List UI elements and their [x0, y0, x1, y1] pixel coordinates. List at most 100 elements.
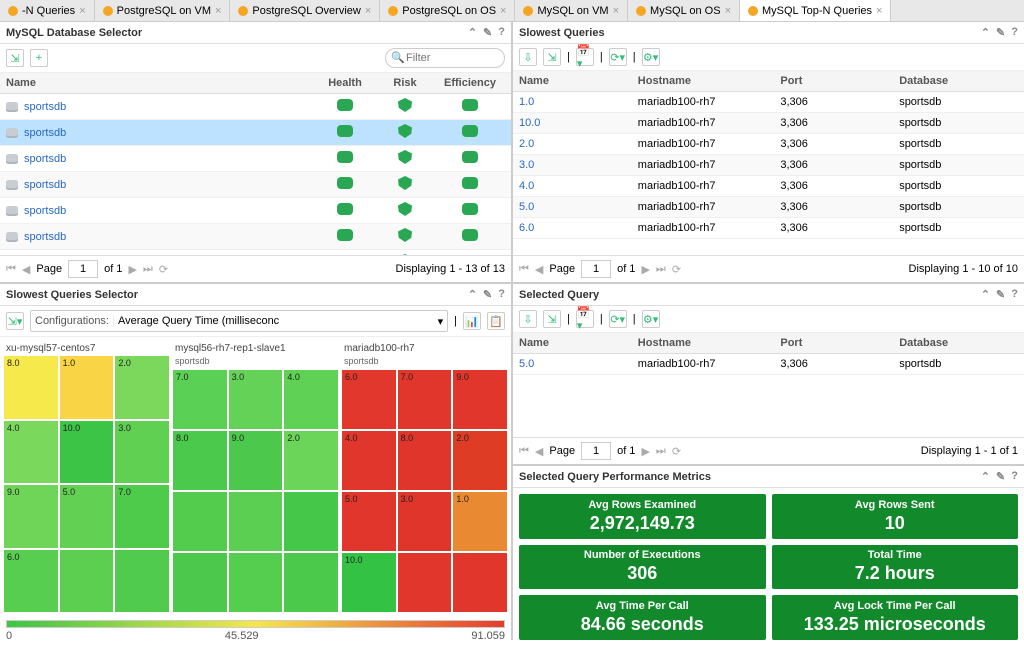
- refresh-icon[interactable]: ⟳: [159, 263, 168, 276]
- table-row[interactable]: 4.0mariadb100-rh73,306sportsdb: [513, 176, 1024, 197]
- treemap-cell[interactable]: 9.0: [4, 485, 58, 548]
- table-row[interactable]: sportsdb: [0, 198, 511, 224]
- table-row[interactable]: 3.0mariadb100-rh73,306sportsdb: [513, 155, 1024, 176]
- treemap-cell[interactable]: 3.0: [115, 421, 169, 484]
- page-input[interactable]: [581, 260, 611, 278]
- pin-icon[interactable]: ✎: [483, 26, 492, 39]
- pin-icon[interactable]: ✎: [996, 288, 1005, 301]
- treemap-cell[interactable]: 9.0: [229, 431, 283, 490]
- table-row[interactable]: 2.0mariadb100-rh73,306sportsdb: [513, 134, 1024, 155]
- next-page-icon[interactable]: ▶: [641, 263, 649, 276]
- treemap-cell[interactable]: 1.0: [60, 356, 114, 419]
- table-row[interactable]: 5.0mariadb100-rh73,306sportsdb: [513, 197, 1024, 218]
- close-icon[interactable]: ×: [365, 5, 371, 17]
- next-page-icon[interactable]: ▶: [128, 263, 136, 276]
- table-row[interactable]: sportsdb: [0, 172, 511, 198]
- refresh-icon[interactable]: ⟳: [672, 263, 681, 276]
- collapse-icon[interactable]: ⌃: [981, 288, 990, 301]
- close-icon[interactable]: ×: [876, 5, 882, 17]
- treemap-cell[interactable]: [284, 553, 338, 612]
- close-icon[interactable]: ×: [725, 5, 731, 17]
- treemap-cell[interactable]: 7.0: [398, 370, 452, 429]
- table-row[interactable]: sportsdb: [0, 120, 511, 146]
- refresh-dropdown-icon[interactable]: ⟳▾: [609, 48, 627, 66]
- pin-icon[interactable]: ✎: [996, 26, 1005, 39]
- table-row[interactable]: sportsdb: [0, 146, 511, 172]
- treemap-cell[interactable]: 7.0: [173, 370, 227, 429]
- treemap-cell[interactable]: [229, 553, 283, 612]
- settings-dropdown-icon[interactable]: ⚙▾: [642, 48, 660, 66]
- first-page-icon[interactable]: ⏮: [519, 445, 529, 458]
- treemap-cell[interactable]: [115, 550, 169, 613]
- export-icon[interactable]: ⇩: [519, 310, 537, 328]
- export-icon[interactable]: ⇩: [519, 48, 537, 66]
- treemap-cell[interactable]: 2.0: [453, 431, 507, 490]
- export-all-icon[interactable]: ⇲: [543, 48, 561, 66]
- last-page-icon[interactable]: ⏭: [656, 445, 666, 458]
- help-icon[interactable]: ?: [1011, 26, 1018, 39]
- treemap-cell[interactable]: 8.0: [398, 431, 452, 490]
- last-page-icon[interactable]: ⏭: [143, 263, 153, 276]
- treemap-cell[interactable]: 5.0: [60, 485, 114, 548]
- table-row[interactable]: sportsdb: [0, 224, 511, 250]
- first-page-icon[interactable]: ⏮: [6, 263, 16, 276]
- treemap-cell[interactable]: 8.0: [4, 356, 58, 419]
- treemap-cell[interactable]: 2.0: [115, 356, 169, 419]
- date-picker-icon[interactable]: 📅▾: [576, 310, 594, 328]
- treemap-cell[interactable]: 5.0: [342, 492, 396, 551]
- tree-icon[interactable]: ⇲▾: [6, 312, 24, 330]
- help-icon[interactable]: ?: [1011, 470, 1018, 483]
- tab[interactable]: PostgreSQL Overview×: [230, 0, 380, 21]
- treemap-cell[interactable]: 3.0: [398, 492, 452, 551]
- last-page-icon[interactable]: ⏭: [656, 263, 666, 276]
- configuration-select[interactable]: Configurations: Average Query Time (mill…: [30, 310, 448, 332]
- treemap-cell[interactable]: 4.0: [342, 431, 396, 490]
- tab[interactable]: MySQL on VM×: [515, 0, 628, 21]
- treemap-cell[interactable]: 2.0: [284, 431, 338, 490]
- treemap-cell[interactable]: 6.0: [342, 370, 396, 429]
- pin-icon[interactable]: ✎: [996, 470, 1005, 483]
- tree-expand-icon[interactable]: ⇲: [6, 49, 24, 67]
- collapse-icon[interactable]: ⌃: [981, 26, 990, 39]
- date-picker-icon[interactable]: 📅▾: [576, 48, 594, 66]
- treemap-cell[interactable]: 10.0: [342, 553, 396, 612]
- treemap-cell[interactable]: 1.0: [453, 492, 507, 551]
- close-icon[interactable]: ×: [613, 5, 619, 17]
- treemap-cell[interactable]: [284, 492, 338, 551]
- treemap-cell[interactable]: [173, 492, 227, 551]
- export-all-icon[interactable]: ⇲: [543, 310, 561, 328]
- table-row[interactable]: sportsdb: [0, 94, 511, 120]
- prev-page-icon[interactable]: ◀: [22, 263, 30, 276]
- collapse-icon[interactable]: ⌃: [468, 26, 477, 39]
- treemap-cell[interactable]: [398, 553, 452, 612]
- tab[interactable]: MySQL on OS×: [628, 0, 740, 21]
- collapse-icon[interactable]: ⌃: [468, 288, 477, 301]
- treemap-cell[interactable]: [229, 492, 283, 551]
- treemap-cell[interactable]: 4.0: [4, 421, 58, 484]
- prev-page-icon[interactable]: ◀: [535, 445, 543, 458]
- treemap-cell[interactable]: 4.0: [284, 370, 338, 429]
- treemap-cell[interactable]: [453, 553, 507, 612]
- table-row[interactable]: 6.0mariadb100-rh73,306sportsdb: [513, 218, 1024, 239]
- settings-dropdown-icon[interactable]: ⚙▾: [642, 310, 660, 328]
- help-icon[interactable]: ?: [498, 288, 505, 301]
- collapse-icon[interactable]: ⌃: [981, 470, 990, 483]
- refresh-icon[interactable]: ⟳: [672, 445, 681, 458]
- close-icon[interactable]: ×: [500, 5, 506, 17]
- table-row[interactable]: 10.0mariadb100-rh73,306sportsdb: [513, 113, 1024, 134]
- copy-icon[interactable]: 📋: [487, 312, 505, 330]
- refresh-dropdown-icon[interactable]: ⟳▾: [609, 310, 627, 328]
- close-icon[interactable]: ×: [215, 5, 221, 17]
- table-row[interactable]: 5.0mariadb100-rh73,306sportsdb: [513, 354, 1024, 375]
- treemap-cell[interactable]: 3.0: [229, 370, 283, 429]
- treemap-cell[interactable]: 7.0: [115, 485, 169, 548]
- tab[interactable]: MySQL Top-N Queries×: [740, 0, 891, 21]
- close-icon[interactable]: ×: [79, 5, 85, 17]
- first-page-icon[interactable]: ⏮: [519, 263, 529, 276]
- tab[interactable]: PostgreSQL on OS×: [380, 0, 515, 21]
- pin-icon[interactable]: ✎: [483, 288, 492, 301]
- treemap-cell[interactable]: 9.0: [453, 370, 507, 429]
- tab[interactable]: -N Queries×: [0, 0, 95, 21]
- prev-page-icon[interactable]: ◀: [535, 263, 543, 276]
- treemap-cell[interactable]: 6.0: [4, 550, 58, 613]
